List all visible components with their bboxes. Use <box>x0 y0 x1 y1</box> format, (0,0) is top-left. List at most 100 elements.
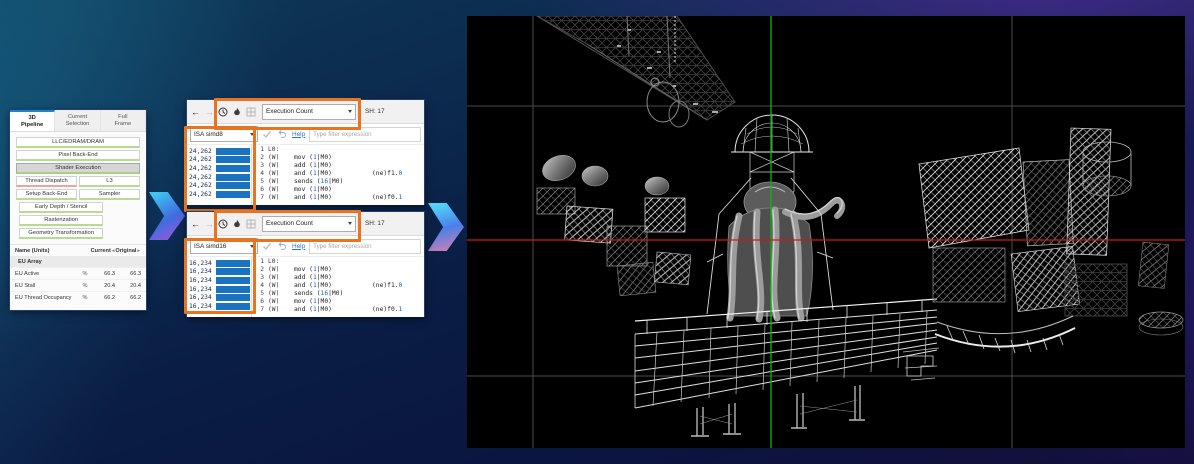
asm-line[interactable]: 2(W)mov (1|M0) <box>256 154 424 162</box>
count-row[interactable]: 24,262 <box>189 190 251 199</box>
back-button[interactable]: ← <box>190 107 201 117</box>
profiler-subtoolbar: ISA simd8 Help <box>187 124 424 145</box>
asm-line[interactable]: 7(W)and (1|M0)(ne)f0.1 <box>256 306 424 314</box>
forward-button[interactable]: → <box>204 219 215 229</box>
count-bar <box>216 294 250 301</box>
count-bar <box>216 182 250 189</box>
count-row[interactable]: 16,234 <box>189 285 251 294</box>
caret-down-icon <box>348 110 352 113</box>
shader-id-label: SH: 17 <box>365 220 385 227</box>
undo-icon[interactable] <box>277 241 288 251</box>
caret-down-icon <box>348 222 352 225</box>
isa-dropdown[interactable]: ISA simd16 <box>190 238 258 254</box>
button-geometry-transformation[interactable]: Geometry Transformation <box>19 228 103 239</box>
history-icon[interactable] <box>218 219 229 229</box>
apply-check-icon[interactable] <box>262 241 273 251</box>
shader-profiler-panel-simd8: ← → Execution Count SH: 17 ISA simd8 Hel… <box>187 100 424 204</box>
count-bar <box>216 191 250 198</box>
render-viewport[interactable] <box>467 16 1185 448</box>
left-cluster <box>537 151 691 296</box>
table-row: EU Active % 66.3 66.3 <box>10 267 146 279</box>
metrics-header: Name (Units) Current ◂ Original ▸ <box>10 244 146 256</box>
flow-arrow-icon <box>149 192 185 240</box>
asm-line[interactable]: 6(W)mov (1|M0) <box>256 186 424 194</box>
asm-line[interactable]: 7(W)and (1|M0)(ne)f0.1 <box>256 194 424 202</box>
metrics-group-eu-array: EU Array <box>10 256 146 267</box>
filter-input[interactable] <box>309 239 421 254</box>
metric-dropdown[interactable]: Execution Count <box>262 216 356 232</box>
count-bar <box>216 277 250 284</box>
asm-line[interactable]: 3(W)add (1|M0) <box>256 274 424 282</box>
execution-count-column: 24,262 24,262 24,262 24,262 24,262 24,26… <box>187 145 252 205</box>
forward-button[interactable]: → <box>204 107 215 117</box>
back-button[interactable]: ← <box>190 219 201 229</box>
wireframe-scene <box>467 16 1185 448</box>
table-row: EU Thread Occupancy % 66.2 66.2 <box>10 291 146 303</box>
count-bar <box>216 156 250 163</box>
tab-current-selection[interactable]: Current Selection <box>55 110 100 131</box>
desktop-background: 3D Pipeline Current Selection Full Frame… <box>0 0 1194 464</box>
count-bar <box>216 148 250 155</box>
isa-dropdown[interactable]: ISA simd8 <box>190 126 258 142</box>
flow-arrow-icon <box>428 203 464 251</box>
count-row[interactable]: 16,234 <box>189 268 251 277</box>
count-row[interactable]: 16,234 <box>189 293 251 302</box>
hotspots-flame-icon[interactable] <box>232 219 243 229</box>
count-bar <box>216 286 250 293</box>
profiler-toolbar: ← → Execution Count SH: 17 <box>187 100 424 124</box>
apply-check-icon[interactable] <box>262 129 273 139</box>
table-row: EU Stall % 20.4 20.4 <box>10 279 146 291</box>
count-row[interactable]: 24,262 <box>189 181 251 190</box>
button-l3[interactable]: L3 <box>79 176 140 187</box>
button-pixel-back-end[interactable]: Pixel Back-End <box>16 150 140 161</box>
count-row[interactable]: 24,262 <box>189 156 251 165</box>
asm-line[interactable]: 1L0: <box>256 258 424 266</box>
truss-bridge <box>537 16 735 127</box>
profiler-toolbar: ← → Execution Count SH: 17 <box>187 212 424 236</box>
help-link[interactable]: Help <box>292 131 305 138</box>
caret-right-icon[interactable]: ▸ <box>136 248 141 254</box>
button-early-depth-stencil[interactable]: Early Depth / Stencil <box>19 202 103 213</box>
layout-grid-icon[interactable] <box>246 107 257 117</box>
button-shader-execution[interactable]: Shader Execution <box>16 163 140 174</box>
count-row[interactable]: 24,262 <box>189 147 251 156</box>
hotspots-flame-icon[interactable] <box>232 107 243 117</box>
undo-icon[interactable] <box>277 129 288 139</box>
tab-3d-pipeline[interactable]: 3D Pipeline <box>10 110 55 131</box>
button-thread-dispatch[interactable]: Thread Dispatch <box>16 176 77 187</box>
count-row[interactable]: 16,234 <box>189 302 251 311</box>
pipeline-tab-bar: 3D Pipeline Current Selection Full Frame <box>10 110 146 132</box>
asm-line[interactable]: 4(W)and (1|M0)(ne)f1.0 <box>256 170 424 178</box>
asm-line[interactable]: 2(W)mov (1|M0) <box>256 266 424 274</box>
asm-line[interactable]: 4(W)and (1|M0)(ne)f1.0 <box>256 282 424 290</box>
tab-full-frame[interactable]: Full Frame <box>101 110 146 131</box>
shader-profiler-panel-simd16: ← → Execution Count SH: 17 ISA simd16 He… <box>187 212 424 316</box>
caret-down-icon <box>250 133 254 136</box>
count-row[interactable]: 16,234 <box>189 276 251 285</box>
count-row[interactable]: 24,262 <box>189 164 251 173</box>
pipeline-panel: 3D Pipeline Current Selection Full Frame… <box>10 110 146 310</box>
layout-grid-icon[interactable] <box>246 219 257 229</box>
metrics-table: Name (Units) Current ◂ Original ▸ EU Arr… <box>10 244 146 303</box>
wireframe-disc <box>1139 312 1183 335</box>
history-icon[interactable] <box>218 107 229 117</box>
help-link[interactable]: Help <box>292 243 305 250</box>
metric-dropdown[interactable]: Execution Count <box>262 104 356 120</box>
asm-line[interactable]: 3(W)add (1|M0) <box>256 162 424 170</box>
button-sampler[interactable]: Sampler <box>79 189 140 200</box>
profiler-subtoolbar: ISA simd16 Help <box>187 236 424 257</box>
asm-line[interactable]: 5(W)sends (16|M0) <box>256 290 424 298</box>
asm-line[interactable]: 5(W)sends (16|M0) <box>256 178 424 186</box>
button-setup-back-end[interactable]: Setup Back-End <box>16 189 77 200</box>
asm-line[interactable]: 6(W)mov (1|M0) <box>256 298 424 306</box>
asm-code-listing: 1L0: 2(W)mov (1|M0) 3(W)add (1|M0) 4(W)a… <box>252 145 424 205</box>
asm-code-listing: 1L0: 2(W)mov (1|M0) 3(W)add (1|M0) 4(W)a… <box>252 257 424 317</box>
button-rasterization[interactable]: Rasterization <box>19 215 103 226</box>
filter-input[interactable] <box>309 127 421 142</box>
count-row[interactable]: 24,262 <box>189 173 251 182</box>
button-llc-edram-dram[interactable]: LLC/EDRAM/DRAM <box>16 137 140 148</box>
count-row[interactable]: 16,234 <box>189 259 251 268</box>
caret-down-icon <box>250 245 254 248</box>
shader-id-label: SH: 17 <box>365 108 385 115</box>
asm-line[interactable]: 1L0: <box>256 146 424 154</box>
